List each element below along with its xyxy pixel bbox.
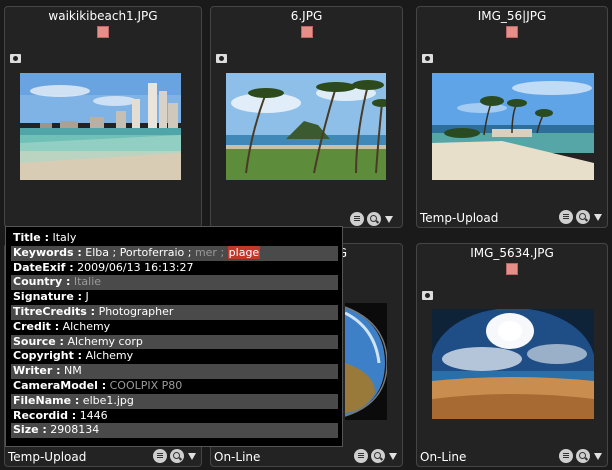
card-status: Temp-Upload [420, 211, 499, 225]
camera-icon [422, 291, 433, 300]
color-label-swatch[interactable] [300, 26, 313, 38]
dropdown-arrow-icon[interactable] [188, 452, 196, 460]
camera-icon [216, 54, 227, 63]
camera-icon [10, 54, 21, 63]
tooltip-row-dateexif: DateExif : 2009/06/13 16:13:27 [13, 260, 194, 274]
photo-card-img56[interactable]: IMG_56|JPG Temp-Upload [416, 6, 608, 228]
tooltip-row-filename: FileName : elbe1.jpg [11, 393, 338, 409]
zoom-button[interactable] [170, 449, 184, 463]
photo-thumbnail[interactable] [432, 73, 594, 180]
photo-thumbnail[interactable] [345, 303, 387, 420]
metadata-tooltip: Title : Italy Keywords : Elba ; Portofer… [5, 226, 343, 447]
photo-card-waikiki[interactable]: waikikibeach1.JPG [4, 6, 202, 228]
zoom-button[interactable] [371, 449, 385, 463]
card-filename: IMG_5634.JPG [470, 246, 554, 260]
dropdown-arrow-icon[interactable] [594, 452, 602, 460]
menu-button[interactable] [354, 449, 368, 463]
tooltip-row-size: Size : 2908134 [11, 423, 338, 439]
zoom-button[interactable] [367, 212, 381, 226]
tooltip-row-recordid: Recordid : 1446 [13, 408, 108, 422]
card-filename: 6.JPG [290, 9, 323, 23]
menu-button[interactable] [350, 212, 364, 226]
tooltip-row-copyright: Copyright : Alchemy [13, 349, 134, 363]
tooltip-row-credit: Credit : Alchemy [13, 319, 111, 333]
menu-button[interactable] [559, 210, 573, 224]
dropdown-arrow-icon[interactable] [389, 452, 397, 460]
menu-button[interactable] [559, 449, 573, 463]
tooltip-row-source: Source : Alchemy corp [11, 334, 338, 350]
tooltip-row-country: Country : Italie [11, 275, 338, 291]
card-filename: waikikibeach1.JPG [48, 9, 158, 23]
tooltip-row-cameramodel: CameraModel : COOLPIX P80 [13, 378, 183, 392]
photo-thumbnail[interactable] [20, 73, 181, 180]
card-status: On-Line [214, 450, 261, 464]
tooltip-row-titrecredits: TitreCredits : Photographer [11, 304, 338, 320]
color-label-swatch[interactable] [506, 263, 518, 275]
card-filename: IMG_56|JPG [477, 9, 547, 23]
tooltip-row-title: Title : Italy [13, 231, 77, 244]
menu-button[interactable] [153, 449, 167, 463]
tooltip-row-writer: Writer : NM [11, 364, 338, 379]
camera-icon [422, 54, 433, 63]
color-label-swatch[interactable] [506, 26, 518, 38]
zoom-button[interactable] [576, 449, 590, 463]
tooltip-row-signature: Signature : J [13, 290, 89, 304]
color-label-swatch[interactable] [97, 26, 109, 38]
card-status: On-Line [420, 450, 467, 464]
zoom-button[interactable] [576, 210, 590, 224]
photo-card-6[interactable]: 6.JPG [210, 6, 403, 228]
photo-thumbnail[interactable] [432, 309, 594, 419]
card-status: Temp-Upload [8, 450, 87, 464]
photo-card-img5634[interactable]: IMG_5634.JPG On-Line [416, 243, 608, 467]
tooltip-row-keywords: Keywords : Elba ; Portoferraio ; mer ; p… [11, 245, 338, 261]
dropdown-arrow-icon[interactable] [594, 213, 602, 221]
photo-thumbnail[interactable] [226, 73, 386, 180]
dropdown-arrow-icon[interactable] [385, 215, 393, 223]
